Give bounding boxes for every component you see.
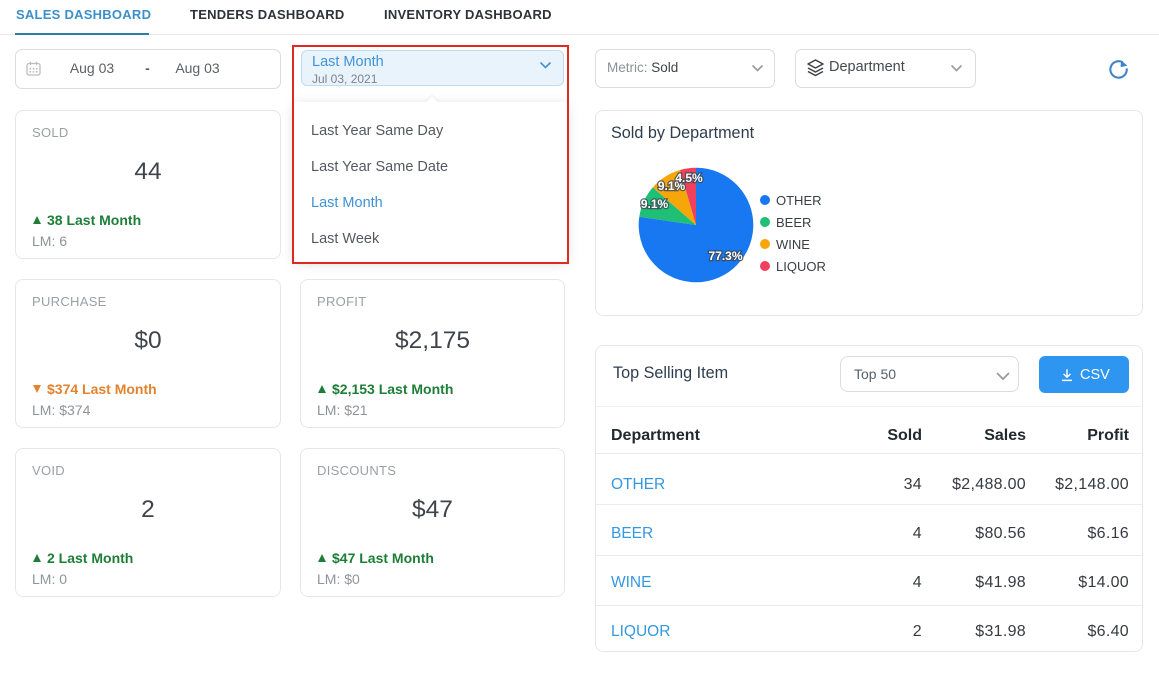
svg-text:9.1%: 9.1% xyxy=(641,197,669,211)
svg-text:77.3%: 77.3% xyxy=(708,249,742,263)
svg-text:4.5%: 4.5% xyxy=(675,171,703,185)
